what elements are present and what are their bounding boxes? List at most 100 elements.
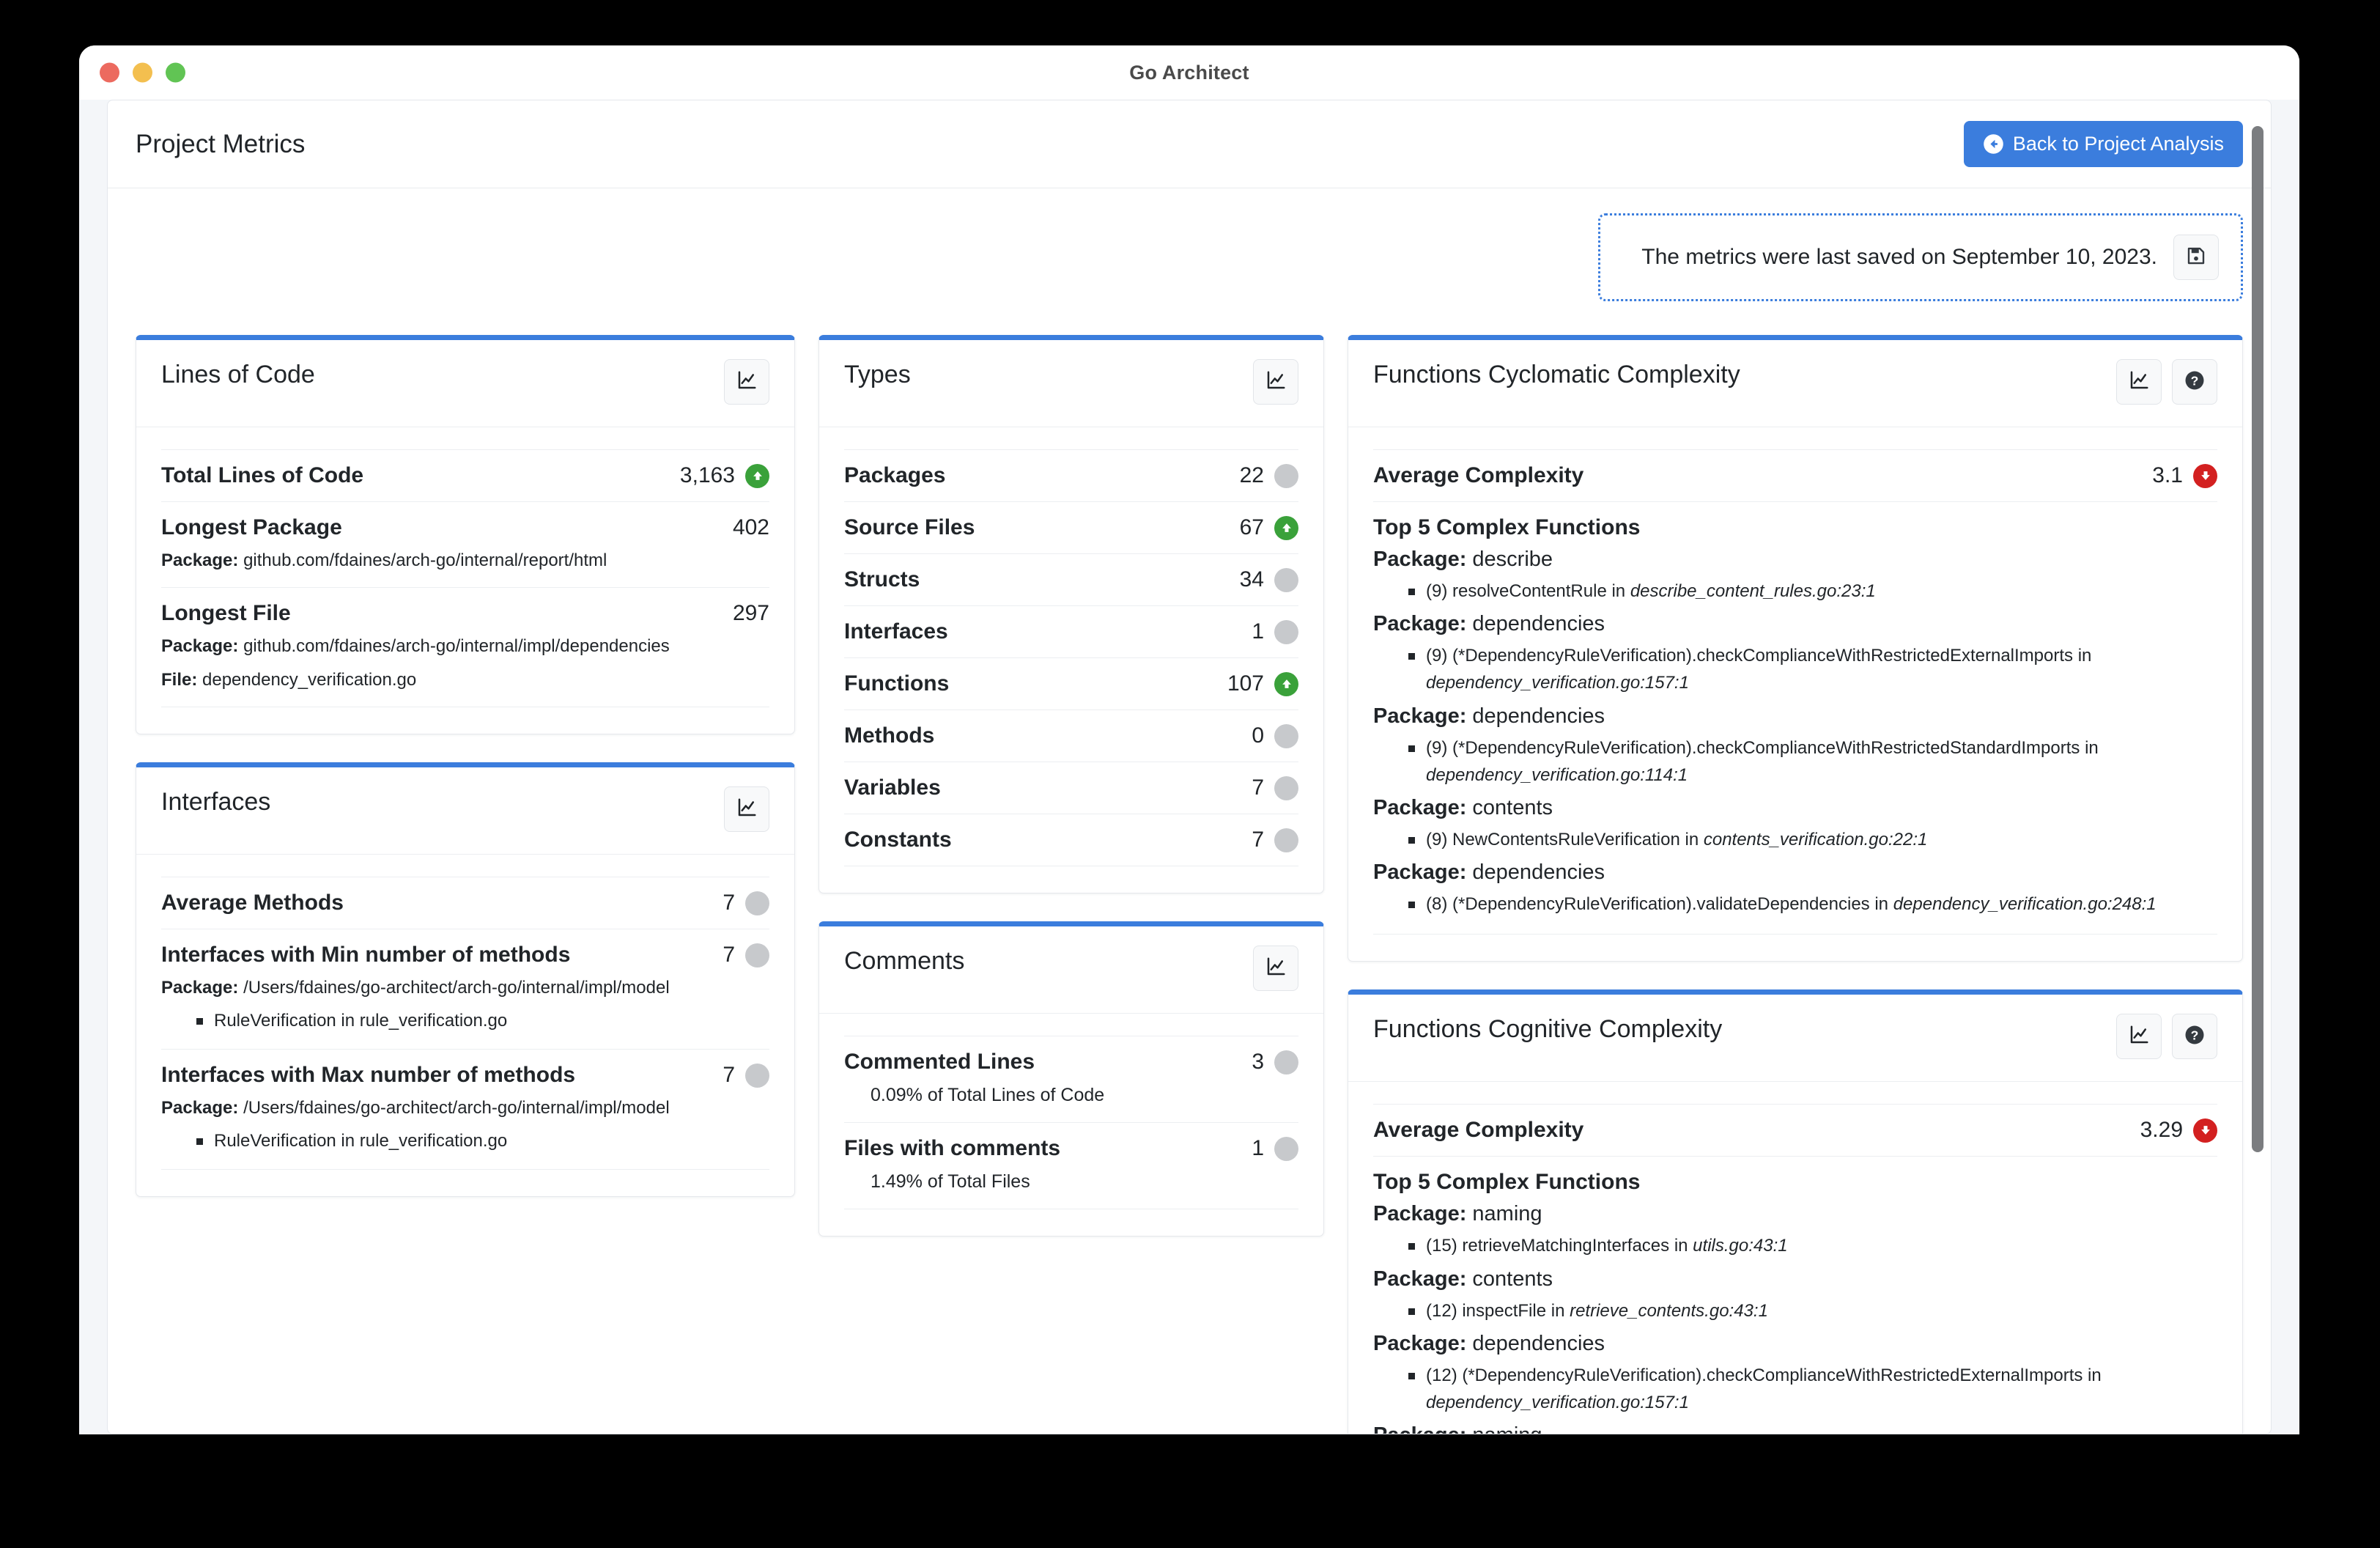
function-location: describe_content_rules.go:23:1 bbox=[1630, 581, 1876, 601]
list-item: Longest Package 402 Package: github.com/… bbox=[161, 502, 769, 588]
list-item: (9) resolveContentRule in describe_conte… bbox=[1407, 578, 2217, 605]
metric-value-group: 7 bbox=[1252, 775, 1298, 800]
window-traffic-lights bbox=[100, 62, 185, 83]
trend-flat-icon bbox=[745, 1063, 769, 1088]
card-header-actions bbox=[1253, 359, 1298, 405]
function-list: (9) (*DependencyRuleVerification).checkC… bbox=[1373, 642, 2217, 696]
package-name: describe bbox=[1472, 548, 1553, 571]
metric-label: Packages bbox=[844, 463, 946, 487]
list-item: Methods 0 bbox=[844, 710, 1298, 762]
metric-value-group: 3.29 bbox=[2140, 1118, 2217, 1143]
package-name: dependencies bbox=[1472, 1331, 1605, 1355]
function-location: utils.go:43:1 bbox=[1693, 1236, 1788, 1256]
card-header-actions: ? bbox=[2116, 359, 2217, 405]
metric-value: 297 bbox=[732, 601, 769, 625]
metric-value: 3.29 bbox=[2140, 1118, 2183, 1143]
panel-header: Project Metrics Back to Project Analysis bbox=[108, 100, 2271, 188]
card-header-actions bbox=[724, 359, 769, 405]
chart-toggle-button[interactable] bbox=[2116, 1014, 2162, 1060]
metric-label: Methods bbox=[844, 723, 935, 748]
metric-value: 3.1 bbox=[2152, 463, 2183, 487]
function-text: (9) NewContentsRuleVerification in bbox=[1426, 829, 1704, 849]
complexity-group: Package: dependencies (8) (*DependencyRu… bbox=[1373, 860, 2217, 918]
maximize-window-button[interactable] bbox=[166, 62, 185, 83]
metric-value: 3 bbox=[1252, 1050, 1264, 1074]
complexity-group: Package: dependencies (9) (*DependencyRu… bbox=[1373, 612, 2217, 696]
metric-meta: Package: /Users/fdaines/go-architect/arc… bbox=[161, 1095, 769, 1121]
metric-note: 0.09% of Total Lines of Code bbox=[871, 1085, 1105, 1105]
card-title: Comments bbox=[844, 947, 965, 975]
minimize-window-button[interactable] bbox=[133, 62, 152, 83]
list-item: Interfaces with Min number of methods 7 bbox=[161, 929, 769, 1050]
meta-value: github.com/fdaines/arch-go/internal/repo… bbox=[243, 550, 607, 570]
line-chart-icon bbox=[736, 797, 758, 822]
card-types: Types Packages 22 Source Files 67 Struct… bbox=[818, 335, 1324, 893]
app-viewport: Project Metrics Back to Project Analysis bbox=[79, 100, 2299, 1434]
trend-flat-icon bbox=[1274, 1136, 1298, 1161]
line-chart-icon bbox=[2128, 1024, 2150, 1050]
metric-value: 402 bbox=[732, 515, 769, 539]
list-item: RuleVerification in rule_verification.go bbox=[195, 1007, 769, 1034]
card-body: Total Lines of Code 3,163 Longest Packag… bbox=[136, 427, 794, 734]
package-line: Package: dependencies bbox=[1373, 704, 2217, 729]
back-to-project-analysis-button[interactable]: Back to Project Analysis bbox=[1963, 121, 2243, 167]
package-key: Package: bbox=[1373, 1202, 1467, 1226]
list-item: Packages 22 bbox=[844, 450, 1298, 502]
card-body: Average Complexity 3.29 Top 5 Complex Fu… bbox=[1348, 1082, 2242, 1434]
metric-label: Average Complexity bbox=[1373, 463, 1584, 487]
package-name: contents bbox=[1472, 795, 1553, 819]
function-location: dependency_verification.go:157:1 bbox=[1426, 673, 1689, 693]
vertical-scrollbar[interactable] bbox=[2248, 100, 2267, 1434]
list-item: (15) retrieveMatchingInterfaces in utils… bbox=[1407, 1232, 2217, 1259]
card-body: Average Methods 7 Interfaces with Min nu… bbox=[136, 855, 794, 1196]
list-item: Source Files 67 bbox=[844, 502, 1298, 554]
metric-value-group: 3 bbox=[1252, 1050, 1298, 1075]
metric-label: Source Files bbox=[844, 515, 975, 539]
package-name: dependencies bbox=[1472, 612, 1605, 636]
chart-toggle-button[interactable] bbox=[724, 786, 769, 832]
card-body: Average Complexity 3.1 Top 5 Complex Fun… bbox=[1348, 427, 2242, 961]
list-item: (9) (*DependencyRuleVerification).checkC… bbox=[1407, 642, 2217, 696]
function-text: (15) retrieveMatchingInterfaces in bbox=[1426, 1236, 1693, 1256]
function-location: dependency_verification.go:157:1 bbox=[1426, 1392, 1689, 1412]
saved-notice-row: The metrics were last saved on September… bbox=[136, 213, 2243, 301]
package-line: Package: naming bbox=[1373, 1423, 2217, 1434]
saved-notice-text: The metrics were last saved on September… bbox=[1641, 245, 2157, 269]
question-circle-icon: ? bbox=[2184, 369, 2206, 395]
metric-value: 7 bbox=[722, 1063, 735, 1088]
help-button[interactable]: ? bbox=[2172, 359, 2217, 405]
metric-bullet-list: RuleVerification in rule_verification.go bbox=[161, 1127, 769, 1154]
function-location: contents_verification.go:22:1 bbox=[1703, 829, 1928, 849]
metric-list: Packages 22 Source Files 67 Structs 34 I… bbox=[844, 449, 1298, 866]
meta-value: github.com/fdaines/arch-go/internal/impl… bbox=[243, 636, 670, 656]
function-list: (9) (*DependencyRuleVerification).checkC… bbox=[1373, 734, 2217, 789]
package-key: Package: bbox=[1373, 548, 1467, 571]
section-title: Top 5 Complex Functions bbox=[1373, 515, 1641, 539]
save-metrics-button[interactable] bbox=[2173, 235, 2219, 280]
metric-value: 1 bbox=[1252, 1136, 1264, 1160]
scrollbar-thumb[interactable] bbox=[2252, 126, 2263, 1152]
card-comments: Comments Commented Lines 3 0.09% of Tota… bbox=[818, 921, 1324, 1236]
metric-value: 34 bbox=[1239, 567, 1264, 591]
list-item: (12) (*DependencyRuleVerification).check… bbox=[1407, 1362, 2217, 1416]
close-window-button[interactable] bbox=[100, 62, 119, 83]
chart-toggle-button[interactable] bbox=[724, 359, 769, 405]
metric-label: Functions bbox=[844, 671, 950, 696]
column-middle: Types Packages 22 Source Files 67 Struct… bbox=[818, 335, 1324, 1264]
package-name: contents bbox=[1472, 1267, 1553, 1291]
function-text: (8) (*DependencyRuleVerification).valida… bbox=[1426, 894, 1893, 915]
chart-toggle-button[interactable] bbox=[2116, 359, 2162, 405]
chart-toggle-button[interactable] bbox=[1253, 359, 1298, 405]
metric-note: 1.49% of Total Files bbox=[871, 1171, 1030, 1192]
list-item: Average Complexity 3.1 bbox=[1373, 450, 2217, 502]
function-list: (15) retrieveMatchingInterfaces in utils… bbox=[1373, 1232, 2217, 1259]
help-button[interactable]: ? bbox=[2172, 1014, 2217, 1060]
list-item: Constants 7 bbox=[844, 814, 1298, 866]
package-key: Package: bbox=[1373, 795, 1467, 819]
package-name: naming bbox=[1472, 1202, 1542, 1226]
chart-toggle-button[interactable] bbox=[1253, 946, 1298, 991]
complexity-group: Package: naming bbox=[1373, 1423, 2217, 1434]
line-chart-icon bbox=[1265, 369, 1287, 395]
trend-flat-icon bbox=[1274, 775, 1298, 800]
card-title: Interfaces bbox=[161, 788, 271, 816]
